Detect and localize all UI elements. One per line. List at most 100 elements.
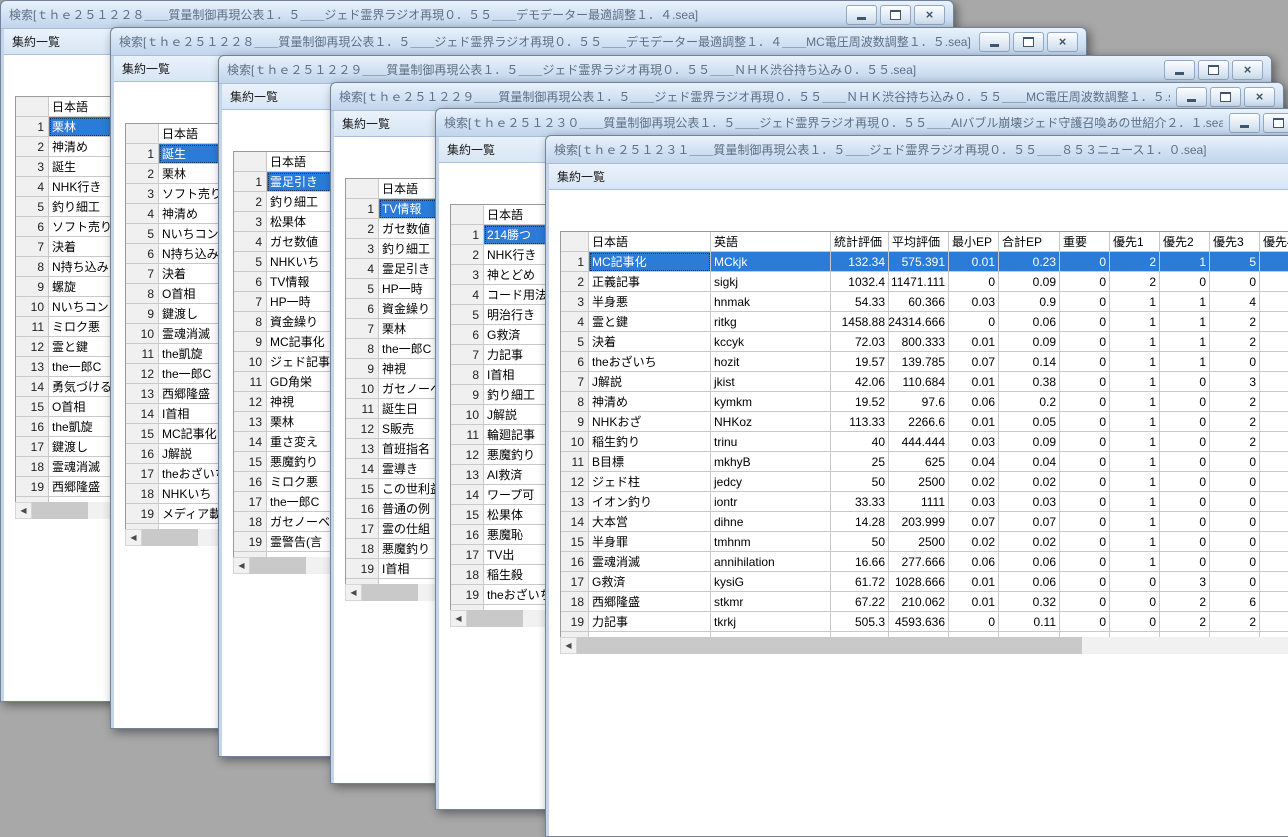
cell[interactable]: 1 [1110, 312, 1160, 332]
row-number-cell[interactable]: 19 [234, 532, 267, 552]
cell[interactable]: 505.3 [831, 612, 889, 632]
row-number-cell[interactable]: 18 [561, 592, 589, 612]
cell[interactable]: 1 [1110, 532, 1160, 552]
cell[interactable]: 50 [831, 472, 889, 492]
cell[interactable]: 113.33 [831, 412, 889, 432]
close-button[interactable]: × [1244, 87, 1275, 107]
cell[interactable]: 0 [1060, 352, 1110, 372]
row-number-cell[interactable]: 2 [346, 219, 379, 239]
cell[interactable]: 2500 [889, 472, 949, 492]
row-number-cell[interactable]: 13 [451, 465, 484, 485]
cell[interactable]: 0.04 [999, 452, 1060, 472]
row-number-cell[interactable]: 4 [561, 312, 589, 332]
cell[interactable]: 0 [1160, 472, 1210, 492]
table-row[interactable]: 12ジェド柱jedcy5025000.020.020100 [561, 472, 1288, 492]
horizontal-scrollbar-thumb[interactable] [467, 610, 523, 627]
row-number-cell[interactable]: 15 [16, 397, 49, 417]
row-number-cell[interactable]: 12 [126, 364, 159, 384]
scroll-left-button[interactable]: ◀ [15, 502, 32, 519]
row-number-cell[interactable]: 8 [16, 257, 49, 277]
cell[interactable]: 0.02 [999, 472, 1060, 492]
cell[interactable] [1260, 532, 1288, 552]
row-number-cell[interactable]: 3 [346, 239, 379, 259]
cell[interactable]: 0 [1060, 532, 1110, 552]
maximize-button[interactable] [880, 5, 911, 25]
cell[interactable]: 1 [1160, 292, 1210, 312]
row-number-cell[interactable]: 5 [126, 224, 159, 244]
row-number-cell[interactable]: 14 [561, 512, 589, 532]
cell[interactable]: 半身罪 [589, 532, 711, 552]
horizontal-scrollbar-thumb[interactable] [32, 502, 88, 519]
row-number-cell[interactable]: 1 [234, 172, 267, 192]
row-number-cell[interactable]: 5 [451, 305, 484, 325]
row-number-cell[interactable]: 10 [16, 297, 49, 317]
cell[interactable]: 0.01 [949, 412, 999, 432]
cell[interactable]: 0.11 [999, 612, 1060, 632]
row-number-cell[interactable]: 8 [234, 312, 267, 332]
cell[interactable]: 0 [949, 312, 999, 332]
row-number-cell[interactable]: 1 [561, 252, 589, 272]
cell[interactable] [1260, 452, 1288, 472]
cell[interactable] [1260, 272, 1288, 292]
cell[interactable]: 42.06 [831, 372, 889, 392]
cell[interactable]: 2500 [889, 532, 949, 552]
cell[interactable]: 0 [1160, 272, 1210, 292]
cell[interactable]: 40 [831, 432, 889, 452]
cell[interactable]: 4 [1210, 292, 1260, 312]
cell[interactable]: ジェド柱 [589, 472, 711, 492]
cell[interactable]: 0 [1060, 452, 1110, 472]
scroll-left-button[interactable]: ◀ [345, 584, 362, 601]
cell[interactable]: 0.03 [949, 292, 999, 312]
titlebar[interactable]: 検索[ｔｈｅ２５１２２９＿＿質量制御再現公表１．５＿＿ジェド霊界ラジオ再現０．５… [331, 83, 1283, 111]
cell[interactable]: 1 [1110, 552, 1160, 572]
cell[interactable]: 24314.666 [889, 312, 949, 332]
row-number-cell[interactable]: 4 [126, 204, 159, 224]
row-number-cell[interactable]: 1 [126, 144, 159, 164]
cell[interactable]: 2 [1110, 272, 1160, 292]
table-row[interactable]: 19力記事tkrkj505.34593.63600.110022 [561, 612, 1288, 632]
cell[interactable]: イオン釣り [589, 492, 711, 512]
titlebar[interactable]: 検索[ｔｈｅ２５１２３０＿＿質量制御再現公表１．５＿＿ジェド霊界ラジオ再現０．５… [436, 109, 1288, 137]
cell[interactable]: 1 [1110, 392, 1160, 412]
cell[interactable] [1260, 592, 1288, 612]
cell[interactable]: 1 [1110, 452, 1160, 472]
cell[interactable]: 2 [1210, 392, 1260, 412]
cell[interactable]: 0 [1160, 452, 1210, 472]
row-number-cell[interactable]: 14 [126, 404, 159, 424]
cell[interactable] [1260, 612, 1288, 632]
row-number-cell[interactable]: 6 [346, 299, 379, 319]
cell[interactable]: 2 [1210, 432, 1260, 452]
cell[interactable]: kccyk [711, 332, 831, 352]
cell[interactable]: annihilation [711, 552, 831, 572]
cell[interactable]: 0.32 [999, 592, 1060, 612]
cell[interactable]: 0.07 [999, 512, 1060, 532]
row-number-cell[interactable]: 2 [451, 245, 484, 265]
cell[interactable]: 0 [1060, 612, 1110, 632]
cell[interactable]: 霊と鍵 [589, 312, 711, 332]
minimize-button[interactable] [1164, 60, 1195, 80]
cell[interactable]: 神清め [589, 392, 711, 412]
table-row[interactable]: 2正義記事sigkj1032.411471.11100.090200 [561, 272, 1288, 292]
cell[interactable]: 3 [1210, 372, 1260, 392]
cell[interactable]: 0 [1160, 372, 1210, 392]
cell[interactable]: 0 [1060, 272, 1110, 292]
cell[interactable]: 2 [1110, 252, 1160, 272]
row-number-cell[interactable]: 7 [561, 372, 589, 392]
row-number-cell[interactable]: 14 [451, 485, 484, 505]
cell[interactable]: stkmr [711, 592, 831, 612]
titlebar[interactable]: 検索[ｔｈｅ２５１２２８＿＿質量制御再現公表１．５＿＿ジェド霊界ラジオ再現０．５… [1, 1, 953, 29]
cell[interactable]: 1 [1110, 352, 1160, 372]
cell[interactable]: 1 [1110, 412, 1160, 432]
row-number-cell[interactable]: 19 [346, 559, 379, 579]
cell[interactable]: 0 [1110, 592, 1160, 612]
row-number-cell[interactable]: 16 [346, 499, 379, 519]
cell[interactable]: 1458.88 [831, 312, 889, 332]
cell[interactable]: 0.07 [949, 512, 999, 532]
cell[interactable]: 0 [1160, 532, 1210, 552]
cell[interactable]: 0 [1160, 412, 1210, 432]
row-number-cell[interactable]: 12 [346, 419, 379, 439]
cell[interactable]: 1 [1110, 492, 1160, 512]
titlebar[interactable]: 検索[ｔｈｅ２５１２３１＿＿質量制御再現公表１．５＿＿ジェド霊界ラジオ再現０．５… [546, 136, 1288, 164]
row-number-cell[interactable]: 6 [16, 217, 49, 237]
cell[interactable]: 0 [1060, 392, 1110, 412]
